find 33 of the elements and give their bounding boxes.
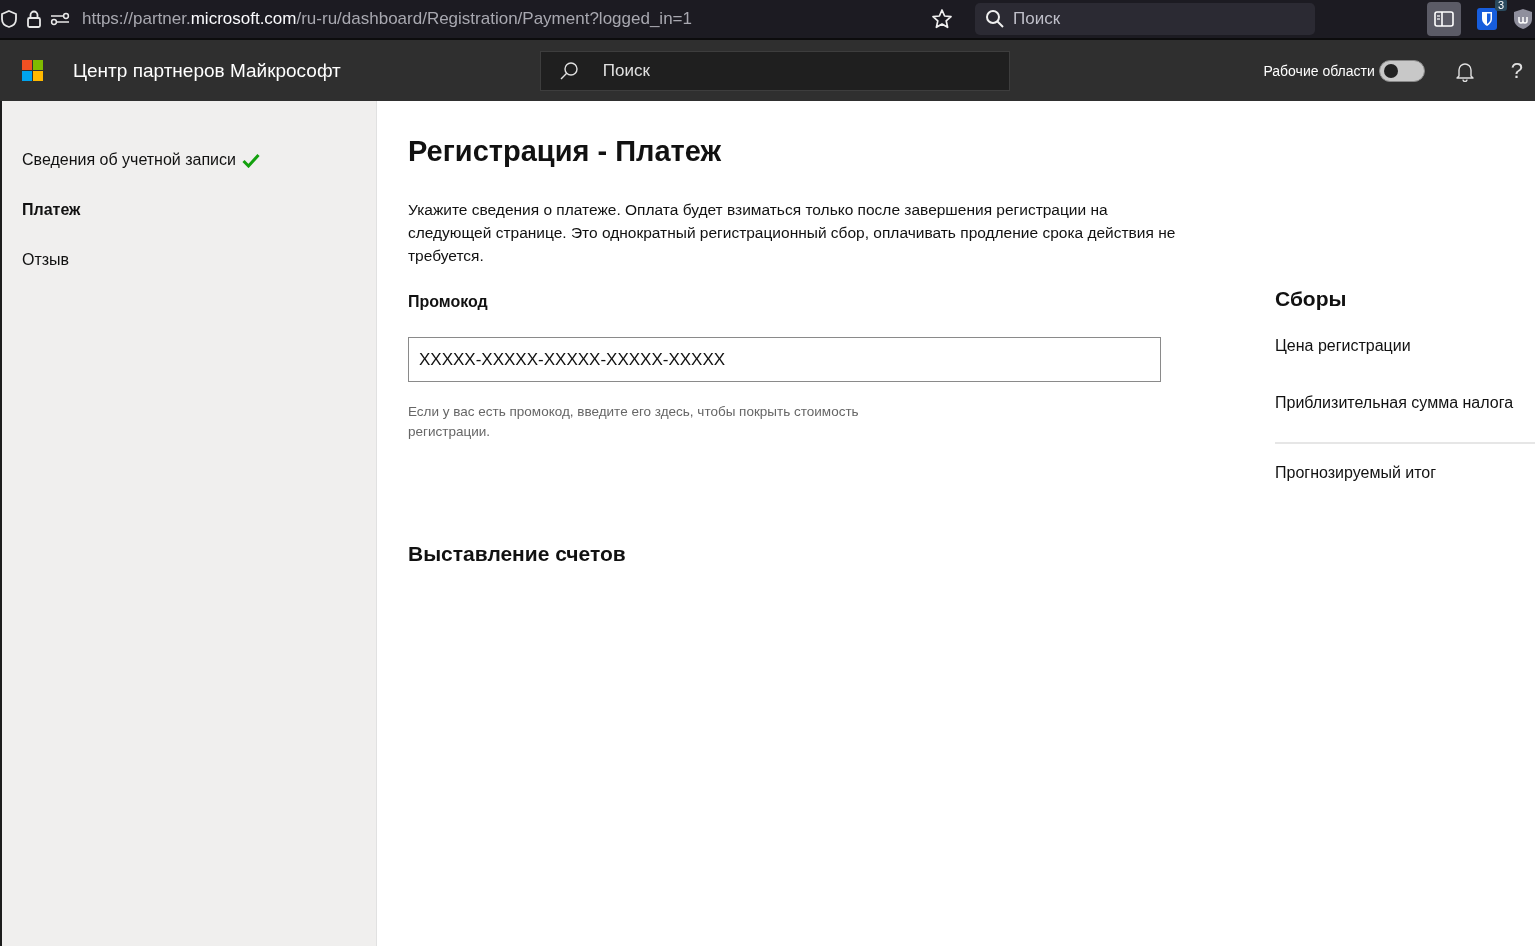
section-heading: Сборы [1275, 287, 1348, 311]
windows-logo[interactable] [22, 60, 43, 81]
help-button[interactable]: ? [1504, 57, 1529, 84]
page-title: Регистрация - Платеж [408, 135, 723, 168]
search-icon[interactable] [985, 9, 1005, 29]
search-field[interactable]: Поиск [975, 3, 1315, 35]
count-badge: 3 [1494, 0, 1507, 11]
search-field[interactable]: Поиск [539, 50, 1010, 91]
field-label: Промокод [408, 293, 489, 311]
shield-icon[interactable] [1477, 8, 1497, 30]
url-text[interactable]: https://partner.microsoft.com/ru-ru/dashboard/Registration/Payment?logged_in=1 [82, 9, 692, 29]
search-placeholder: Поиск [1013, 9, 1061, 29]
star-icon[interactable] [931, 8, 953, 30]
help-text: Если у вас есть промокод, введите его здесь, чтобы покрыть стоимость регистрации. [408, 403, 860, 441]
total-label: Прогнозируемый итог [1275, 464, 1438, 483]
permissions-icon[interactable] [50, 12, 70, 26]
search-icon[interactable] [558, 60, 579, 81]
sidebar-item[interactable]: Сведения об учетной записи [22, 151, 236, 169]
sidebar-icon[interactable] [1427, 2, 1461, 36]
app-title: Центр партнеров Майкрософт [73, 59, 341, 82]
search-placeholder: Поиск [602, 60, 650, 81]
fee-label: Цена регистрации [1275, 337, 1412, 356]
shield-icon[interactable] [0, 9, 18, 29]
sidebar-item[interactable]: Платеж [22, 201, 81, 219]
section-heading: Выставление счетов [408, 542, 627, 566]
fee-label: Приблизительная сумма налога [1275, 394, 1515, 413]
toggle-label: Рабочие области [1263, 62, 1375, 79]
sidebar-item[interactable]: Отзыв [22, 251, 70, 269]
intro-text: Укажите сведения о платеже. Оплата будет взиматься только после завершения регистрации на следующей странице. Это однократный регистрационный сбор, оплачивать продление срока действия не требуется. [408, 200, 1177, 266]
workspaces-toggle[interactable] [1378, 59, 1425, 82]
promo-code-field[interactable]: XXXXX-XXXXX-XXXXX-XXXXX-XXXXX [408, 337, 1161, 382]
shield-icon[interactable] [1513, 8, 1533, 30]
lock-icon[interactable] [26, 9, 42, 29]
